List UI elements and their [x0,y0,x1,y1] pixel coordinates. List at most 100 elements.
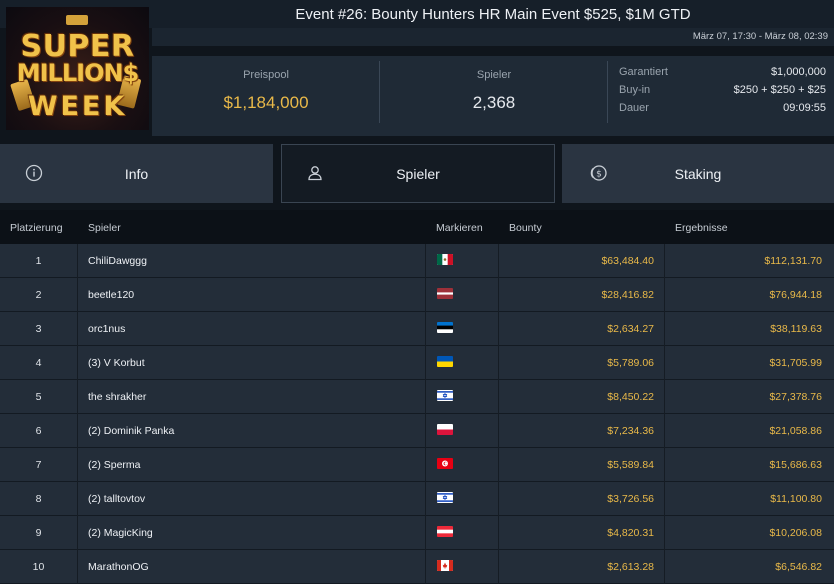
column-divider [498,380,499,414]
result-cell: $11,100.80 [770,493,822,505]
bounty-cell: $2,634.27 [607,323,654,335]
player-name-link[interactable]: the shrakher [88,391,146,403]
column-divider [664,380,665,414]
crown-icon [66,15,88,25]
players-stat: Spieler 2,368 [380,56,608,136]
column-divider [664,414,665,448]
rank-cell: 10 [32,561,45,573]
bounty-cell: $4,820.31 [607,527,654,539]
column-divider [498,244,499,278]
table-row[interactable]: 1 ChiliDawggg $63,484.40 $112,131.70 [0,244,834,278]
table-row[interactable]: 7 (2) Sperma $5,589.84 $15,686.63 [0,448,834,482]
column-divider [77,380,78,414]
bounty-cell: $2,613.28 [607,561,654,573]
tab-bar: Info Spieler $ Staking [0,144,834,203]
rank-cell: 9 [35,527,42,539]
table-row[interactable]: 6 (2) Dominik Panka $7,234.36 $21,058.86 [0,414,834,448]
austria-flag-icon [437,526,453,537]
col-header-bounty[interactable]: Bounty [509,222,542,234]
column-divider [498,550,499,584]
column-divider [498,448,499,482]
tab-staking[interactable]: $ Staking [562,144,834,203]
table-row[interactable]: 3 orc1nus $2,634.27 $38,119.63 [0,312,834,346]
mexico-flag-icon [437,254,453,265]
israel-flag-icon [437,390,453,401]
prizepool-stat: Preispool $1,184,000 [152,56,380,136]
column-divider [77,346,78,380]
column-divider [425,516,426,550]
column-divider [425,550,426,584]
player-name-link[interactable]: (2) talltovtov [88,493,145,505]
column-divider [664,482,665,516]
logo-text-week: WEEK [27,91,128,122]
column-divider [425,414,426,448]
table-row[interactable]: 2 beetle120 $28,416.82 $76,944.18 [0,278,834,312]
bounty-cell: $5,589.84 [607,459,654,471]
canada-flag-icon [437,560,453,571]
col-header-results[interactable]: Ergebnisse [675,222,728,234]
column-divider [664,346,665,380]
bounty-cell: $5,789.06 [607,357,654,369]
result-cell: $10,206.08 [769,527,822,539]
result-cell: $38,119.63 [770,323,822,335]
tab-info-label: Info [124,166,149,182]
player-name-link[interactable]: (2) Sperma [88,459,141,471]
player-name-link[interactable]: ChiliDawggg [88,255,147,267]
column-divider [77,244,78,278]
rank-cell: 4 [35,357,42,369]
column-divider [498,482,499,516]
player-name-link[interactable]: (2) Dominik Panka [88,425,174,437]
column-divider [425,312,426,346]
guaranteed-value: $1,000,000 [770,66,826,78]
table-row[interactable]: 4 (3) V Korbut $5,789.06 $31,705.99 [0,346,834,380]
column-divider [77,312,78,346]
prizepool-value: $1,184,000 [223,93,309,112]
super-millions-week-logo: SUPER MILLION$ WEEK [6,7,149,130]
tunisia-flag-icon [437,458,453,469]
bounty-cell: $7,234.36 [607,425,654,437]
column-divider [425,278,426,312]
player-name-link[interactable]: (3) V Korbut [88,357,145,369]
column-divider [498,312,499,346]
rank-cell: 6 [35,425,42,437]
column-divider [425,244,426,278]
column-divider [664,448,665,482]
result-cell: $76,944.18 [769,289,822,301]
rank-cell: 8 [35,493,42,505]
tournament-details: Garantiert $1,000,000 Buy-in $250 + $250… [608,56,834,136]
col-header-player[interactable]: Spieler [88,222,121,234]
column-divider [425,380,426,414]
logo-text-millions: MILLION$ [16,59,140,87]
column-divider [77,278,78,312]
rank-cell: 7 [35,459,42,471]
players-label: Spieler [476,69,512,81]
column-divider [664,244,665,278]
player-name-link[interactable]: MarathonOG [88,561,149,573]
player-name-link[interactable]: orc1nus [88,323,125,335]
event-dates: März 07, 17:30 - März 08, 02:39 [692,31,828,42]
column-divider [77,414,78,448]
guaranteed-row: Garantiert $1,000,000 [619,66,826,82]
table-row[interactable]: 8 (2) talltovtov $3,726.56 $11,100.80 [0,482,834,516]
column-divider [77,550,78,584]
bounty-cell: $63,484.40 [601,255,654,267]
tab-spieler[interactable]: Spieler [281,144,555,203]
tournament-stats: Preispool $1,184,000 Spieler 2,368 Garan… [152,56,834,136]
player-name-link[interactable]: beetle120 [88,289,134,301]
table-row[interactable]: 5 the shrakher $8,450.22 $27,378.76 [0,380,834,414]
rank-cell: 5 [35,391,42,403]
result-cell: $6,546.82 [775,561,822,573]
player-name-link[interactable]: (2) MagicKing [88,527,153,539]
table-row[interactable]: 10 MarathonOG $2,613.28 $6,546.82 [0,550,834,584]
ukraine-flag-icon [437,356,453,367]
duration-row: Dauer 09:09:55 [619,102,826,118]
players-value: 2,368 [472,93,516,112]
col-header-flag[interactable]: Markieren [436,222,483,234]
date-bar: März 07, 17:30 - März 08, 02:39 [152,28,834,46]
table-row[interactable]: 9 (2) MagicKing $4,820.31 $10,206.08 [0,516,834,550]
col-header-rank[interactable]: Platzierung [10,222,63,234]
column-divider [664,312,665,346]
tab-info[interactable]: Info [0,144,273,203]
result-cell: $31,705.99 [769,357,822,369]
result-cell: $112,131.70 [764,255,822,267]
